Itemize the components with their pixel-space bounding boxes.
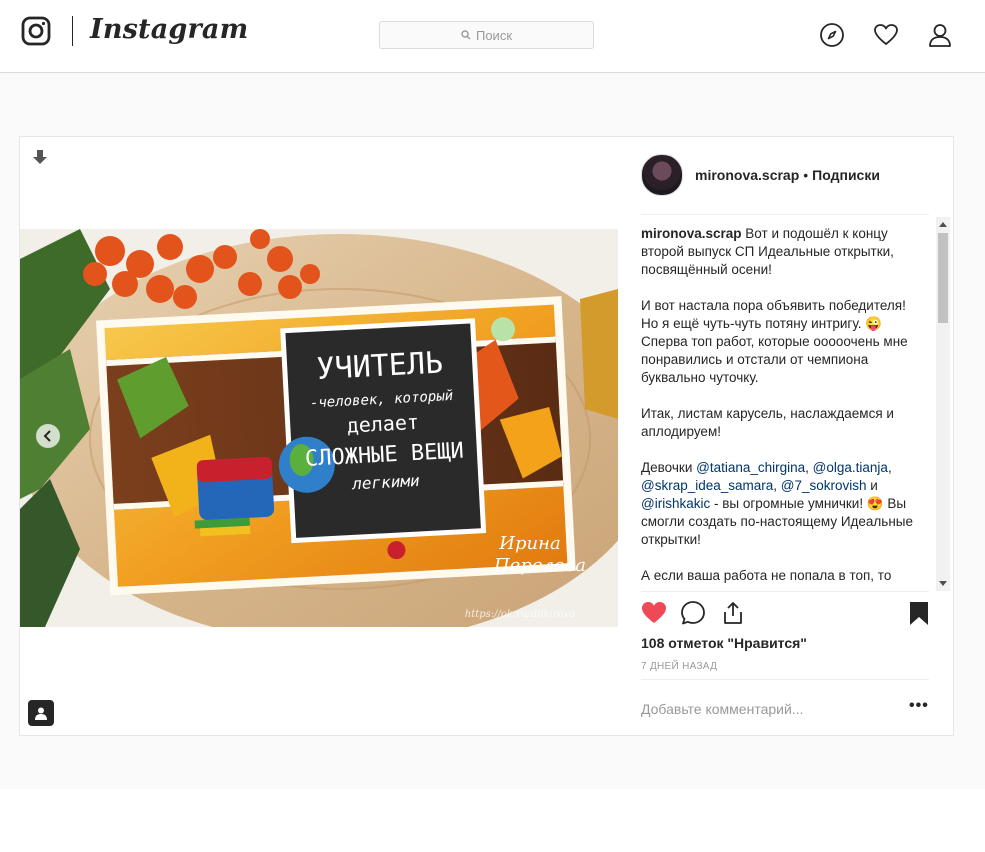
post-actions — [641, 600, 931, 630]
heart-filled-icon[interactable] — [641, 600, 667, 626]
comment-icon[interactable] — [680, 600, 706, 626]
avatar[interactable] — [641, 154, 683, 196]
image-signature-1: Ирина — [498, 533, 560, 554]
compass-icon[interactable] — [819, 22, 845, 48]
username-link[interactable]: mironova.scrap — [695, 167, 799, 183]
caption-p5: А если ваша работа не попала в топ, то — [641, 568, 892, 583]
caption-comma: , — [887, 460, 896, 475]
instagram-wordmark[interactable]: Instagram — [90, 14, 248, 45]
carousel-prev-button[interactable] — [36, 424, 60, 448]
post-header-text: mironova.scrap • Подписки — [695, 167, 880, 183]
mention-link[interactable]: @olga.tianja — [813, 460, 888, 475]
caption-p3: Итак, листам карусель, наслаждаемся и ап… — [641, 406, 898, 439]
scroll-up-arrow-icon[interactable] — [939, 222, 947, 227]
caption-and: и — [866, 478, 882, 493]
scroll-down-arrow-icon[interactable] — [939, 581, 947, 586]
top-navigation-bar: Instagram Поиск — [0, 0, 985, 73]
post-card: УЧИТЕЛЬ -человек, который делает СЛОЖНЫЕ… — [19, 136, 954, 736]
divider — [641, 591, 929, 592]
divider — [641, 679, 929, 680]
person-icon[interactable] — [927, 22, 953, 48]
bookmark-icon[interactable] — [906, 600, 932, 626]
mention-link[interactable]: @tatiana_chirgina — [696, 460, 805, 475]
logo-divider — [72, 16, 73, 46]
caption-text: mironova.scrap Вот и подошёл к концу вто… — [641, 225, 924, 585]
mention-link[interactable]: @irishkakic — [641, 496, 710, 511]
post-side-panel: mironova.scrap • Подписки mironova.scrap В… — [619, 137, 953, 735]
search-placeholder: Поиск — [475, 27, 513, 43]
post-media: УЧИТЕЛЬ -человек, который делает СЛОЖНЫЕ… — [20, 137, 619, 735]
image-text-line3: делает — [346, 410, 419, 438]
person-tag-icon — [35, 707, 47, 720]
likes-count[interactable]: 108 отметок "Нравится" — [641, 635, 807, 651]
image-watermark: https://ok.ru/dilkirova — [465, 609, 575, 620]
caption-p2: И вот настала пора объявить победителя! … — [641, 298, 912, 385]
mention-link[interactable]: @7_sokrovish — [781, 478, 867, 493]
follow-button[interactable]: Подписки — [812, 167, 880, 183]
post-photo[interactable]: УЧИТЕЛЬ -человек, который делает СЛОЖНЫЕ… — [20, 229, 618, 627]
search-input[interactable]: Поиск — [379, 21, 594, 49]
image-signature-2: Перелова — [493, 555, 586, 576]
search-icon — [461, 30, 471, 40]
caption-comma: , — [805, 460, 813, 475]
download-arrow-icon[interactable] — [32, 149, 48, 165]
caption-username[interactable]: mironova.scrap — [641, 226, 742, 241]
post-timestamp[interactable]: 7 ДНЕЙ НАЗАД — [641, 661, 717, 672]
caption-p4-prefix: Девочки — [641, 460, 697, 475]
more-options-button[interactable]: ••• — [909, 697, 929, 715]
caption-comma: , — [773, 478, 781, 493]
image-text-big: УЧИТЕЛЬ — [316, 345, 444, 387]
post-header: mironova.scrap • Подписки — [641, 154, 880, 196]
instagram-camera-icon[interactable] — [21, 16, 51, 46]
share-icon[interactable] — [720, 600, 746, 626]
scrollbar-thumb[interactable] — [938, 233, 948, 323]
comment-input[interactable]: Добавьте комментарий... — [641, 701, 803, 717]
heart-icon[interactable] — [873, 22, 899, 48]
image-text-line5: легкими — [351, 471, 421, 494]
header-separator: • — [803, 167, 809, 183]
caption-scrollbar[interactable] — [936, 217, 950, 591]
mention-link[interactable]: @skrap_idea_samara — [641, 478, 773, 493]
tagged-people-button[interactable] — [28, 700, 54, 726]
chevron-left-icon — [43, 430, 51, 442]
caption-scroll-area[interactable]: mironova.scrap Вот и подошёл к концу вто… — [641, 225, 924, 591]
divider — [641, 214, 929, 215]
